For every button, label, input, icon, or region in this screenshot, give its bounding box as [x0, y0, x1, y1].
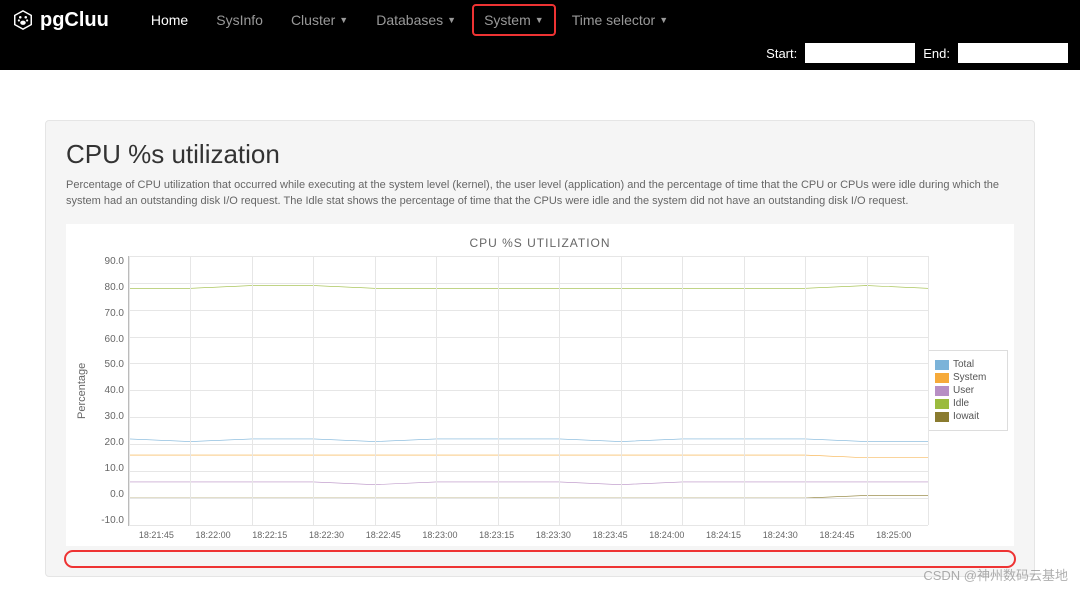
nav-system[interactable]: System ▼ [472, 4, 556, 36]
brand: pgCluu [12, 9, 109, 32]
chart-title: CPU %S UTILIZATION [72, 236, 1008, 250]
nav-home-label: Home [151, 12, 188, 28]
highlight-annotation [64, 550, 1016, 568]
brand-text: pgCluu [40, 9, 109, 32]
legend-item[interactable]: User [935, 385, 1001, 396]
legend-label: Total [953, 359, 974, 370]
chevron-down-icon: ▼ [659, 15, 668, 25]
legend-item[interactable]: Iowait [935, 411, 1001, 422]
legend-label: User [953, 385, 974, 396]
chevron-down-icon: ▼ [535, 15, 544, 25]
nav-timeselector[interactable]: Time selector▼ [560, 4, 680, 36]
legend-swatch [935, 412, 949, 422]
nav-timesel-label: Time selector [572, 12, 656, 28]
nav-cluster-label: Cluster [291, 12, 335, 28]
time-range-bar: Start: End: [0, 40, 1080, 70]
nav-databases[interactable]: Databases ▼ [364, 4, 468, 36]
legend-swatch [935, 373, 949, 383]
x-ticks: 18:21:4518:22:0018:22:1518:22:3018:22:45… [128, 526, 922, 540]
nav-system-label: System [484, 12, 531, 28]
legend-item[interactable]: System [935, 372, 1001, 383]
end-input[interactable] [958, 43, 1068, 63]
watermark: CSDN @神州数码云基地 [923, 565, 1068, 584]
nav-home[interactable]: Home [139, 4, 200, 36]
nav-items: Home SysInfo Cluster ▼ Databases ▼ System ▼… [139, 4, 680, 36]
y-ticks: 90.080.070.060.050.040.030.020.010.00.0-… [92, 256, 128, 526]
chart-container: CPU %S UTILIZATION Percentage 90.080.070… [66, 224, 1014, 546]
cpu-panel: CPU %s utilization Percentage of CPU uti… [45, 120, 1035, 577]
nav-databases-label: Databases [376, 12, 443, 28]
panel-desc: Percentage of CPU utilization that occur… [66, 178, 1014, 210]
legend-swatch [935, 360, 949, 370]
y-axis-label: Percentage [72, 256, 92, 526]
nav-sysinfo[interactable]: SysInfo [204, 4, 275, 36]
legend-item[interactable]: Idle [935, 398, 1001, 409]
panel-title: CPU %s utilization [66, 139, 1014, 170]
nav-cluster[interactable]: Cluster ▼ [279, 4, 360, 36]
legend-label: Idle [953, 398, 969, 409]
legend-swatch [935, 386, 949, 396]
nav-sysinfo-label: SysInfo [216, 12, 263, 28]
legend-swatch [935, 399, 949, 409]
legend-label: Iowait [953, 411, 979, 422]
chevron-down-icon: ▼ [339, 15, 348, 25]
legend-item[interactable]: Total [935, 359, 1001, 370]
chevron-down-icon: ▼ [447, 15, 456, 25]
paw-hex-icon [12, 9, 34, 31]
legend-label: System [953, 372, 986, 383]
end-label: End: [923, 46, 950, 61]
start-label: Start: [766, 46, 797, 61]
navbar: pgCluu Home SysInfo Cluster ▼ Databases ▼ … [0, 0, 1080, 40]
legend: Total System User Idle Iowait [928, 350, 1008, 431]
plot-area [128, 256, 928, 526]
start-input[interactable] [805, 43, 915, 63]
